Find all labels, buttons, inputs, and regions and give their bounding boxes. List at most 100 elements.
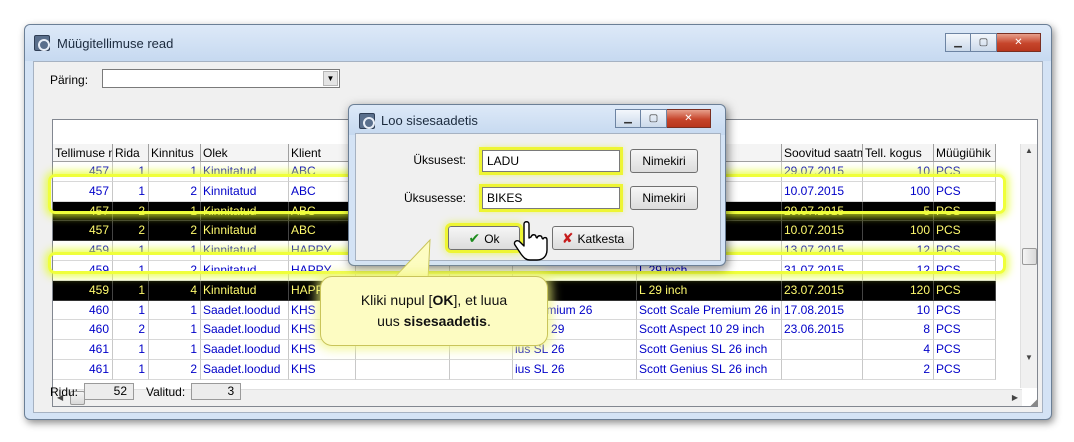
table-cell: 10.07.2015: [782, 221, 863, 242]
column-header[interactable]: Klient: [289, 144, 356, 162]
table-cell: PCS: [934, 340, 996, 360]
table-cell: [450, 359, 513, 380]
window-title: Müügitellimuse read: [57, 36, 174, 51]
callout-text-2a: uus: [377, 313, 404, 329]
table-cell: 1: [113, 300, 149, 321]
table-cell: PCS: [934, 221, 996, 242]
instruction-callout: Kliki nupul [OK], et luua uus sisesaadet…: [320, 276, 548, 346]
table-cell: 1: [113, 340, 149, 360]
table-cell: Scott Aspect 10 29 inch: [637, 320, 782, 341]
to-unit-list-button[interactable]: Nimekiri: [630, 186, 698, 210]
dialog-close-button[interactable]: ✕: [667, 109, 711, 128]
table-cell: 2: [149, 221, 201, 242]
table-cell: 2: [113, 320, 149, 341]
resize-grip-icon[interactable]: ◢: [1030, 397, 1038, 408]
status-bar: Ridu: 52 Valitud: 3: [50, 383, 242, 400]
table-cell: 17.08.2015: [782, 300, 863, 321]
table-cell: ABC: [289, 221, 356, 242]
rows-count-label: Ridu:: [50, 384, 79, 399]
from-unit-field[interactable]: LADU: [479, 147, 623, 175]
scroll-up-icon[interactable]: ▲: [1025, 146, 1033, 155]
column-header[interactable]: Kinnitus: [149, 144, 201, 162]
callout-text-2b: sisesaadetis: [403, 313, 487, 329]
table-cell: 2: [863, 359, 934, 380]
table-cell: PCS: [934, 359, 996, 380]
table-cell: [782, 340, 863, 360]
column-header[interactable]: Olek: [201, 144, 289, 162]
selected-count-label: Valitud:: [146, 384, 186, 399]
table-cell: 1: [113, 359, 149, 380]
chevron-down-icon[interactable]: ▼: [323, 71, 338, 86]
to-unit-label: Üksusesse:: [403, 191, 466, 205]
query-select[interactable]: ▼: [102, 69, 340, 88]
column-header[interactable]: Soovitud saatmine: [782, 144, 863, 162]
table-cell: 4: [149, 280, 201, 301]
dialog-maximize-button[interactable]: ▢: [641, 109, 667, 128]
column-header[interactable]: Tellimuse nr: [53, 144, 113, 162]
table-cell: 460: [53, 300, 113, 321]
table-row[interactable]: 461 1 2 Saadet.loodud KHS ius SL 26 Scott Geni…: [53, 359, 996, 380]
table-cell: Scott Genius SL 26 inch: [637, 340, 782, 360]
table-cell: Kinnitatud: [201, 221, 289, 242]
table-cell: Saadet.loodud: [201, 300, 289, 321]
cancel-label: Katkesta: [577, 232, 625, 246]
table-cell: 1: [113, 280, 149, 301]
table-cell: Saadet.loodud: [201, 320, 289, 341]
app-icon: [34, 35, 50, 51]
dialog-minimize-button[interactable]: ▁: [615, 109, 641, 128]
callout-text-1a: Kliki nupul [: [360, 292, 433, 308]
table-cell: 1: [149, 320, 201, 341]
query-label: Päring:: [50, 73, 89, 87]
from-unit-label: Üksusest:: [413, 153, 466, 167]
table-cell: 4: [863, 340, 934, 360]
callout-text-2c: .: [486, 313, 491, 329]
table-cell: 461: [53, 340, 113, 360]
cancel-button[interactable]: ✘ Katkesta: [552, 226, 634, 250]
table-cell: Saadet.loodud: [201, 340, 289, 360]
minimize-button[interactable]: ▁: [945, 33, 971, 52]
ok-button[interactable]: ✔ Ok: [445, 223, 523, 253]
scroll-down-icon[interactable]: ▼: [1025, 353, 1033, 362]
table-cell: 460: [53, 320, 113, 341]
table-cell: Scott Genius SL 26 inch: [637, 359, 782, 380]
table-cell: ius SL 26: [513, 359, 637, 380]
vertical-scrollbar[interactable]: ▲ ▼: [1020, 144, 1037, 388]
table-cell: 100: [863, 221, 934, 242]
table-cell: L 29 inch: [637, 280, 782, 301]
dialog-title-bar[interactable]: Loo sisesaadetis ▁ ▢ ✕: [349, 105, 725, 135]
callout-text-1b: OK: [432, 292, 454, 308]
hand-cursor-icon: [513, 221, 548, 261]
scroll-right-icon[interactable]: ▶: [1012, 393, 1018, 402]
table-cell: Scott Scale Premium 26 inch: [637, 300, 782, 321]
callout-text-1c: ], et luua: [453, 292, 508, 308]
checkmark-icon: ✔: [468, 230, 481, 246]
table-cell: 461: [53, 359, 113, 380]
table-cell: PCS: [934, 280, 996, 301]
table-cell: [356, 359, 450, 380]
maximize-button[interactable]: ▢: [971, 33, 997, 52]
table-cell: 120: [863, 280, 934, 301]
vertical-scroll-thumb[interactable]: [1022, 248, 1037, 265]
table-cell: 23.06.2015: [782, 320, 863, 341]
ok-label: Ok: [484, 232, 500, 246]
rows-count-value: 52: [84, 383, 135, 400]
table-cell: 10: [863, 300, 934, 321]
table-cell: PCS: [934, 300, 996, 321]
to-unit-field[interactable]: BIKES: [479, 184, 623, 212]
table-cell: PCS: [934, 320, 996, 341]
table-cell: 1: [149, 300, 201, 321]
column-header[interactable]: Müügiühik: [934, 144, 996, 162]
table-cell: 8: [863, 320, 934, 341]
from-unit-list-button[interactable]: Nimekiri: [630, 149, 698, 173]
table-cell: [782, 359, 863, 380]
cancel-x-icon: ✘: [561, 230, 574, 246]
title-bar[interactable]: Müügitellimuse read ▁ ▢ ✕: [25, 25, 1051, 61]
table-cell: 1: [149, 340, 201, 360]
close-button[interactable]: ✕: [997, 33, 1041, 52]
column-header[interactable]: Rida: [113, 144, 149, 162]
column-header[interactable]: Tell. kogus: [863, 144, 934, 162]
table-cell: KHS: [289, 359, 356, 380]
table-cell: Saadet.loodud: [201, 359, 289, 380]
table-cell: Kinnitatud: [201, 280, 289, 301]
table-cell: 23.07.2015: [782, 280, 863, 301]
